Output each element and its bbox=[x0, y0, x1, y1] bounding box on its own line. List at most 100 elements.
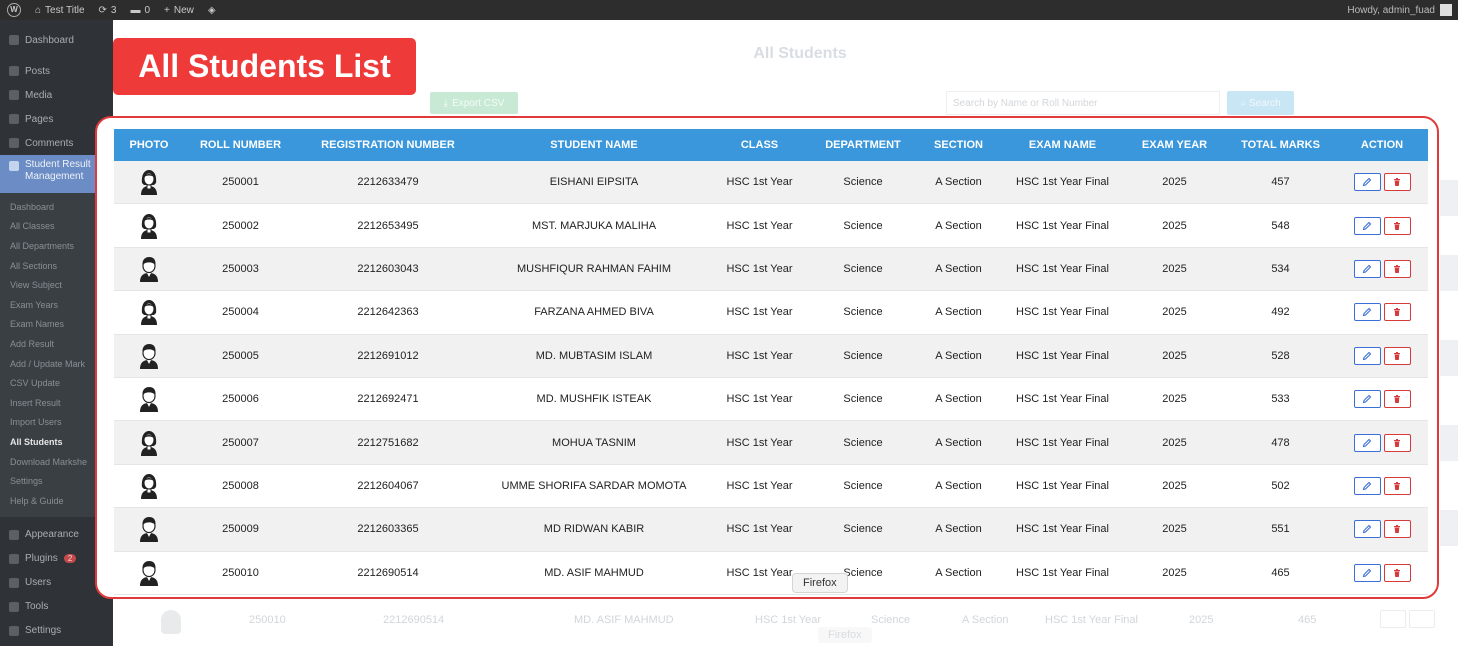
export-csv-button[interactable]: ⤓ Export CSV bbox=[430, 92, 518, 114]
delete-button[interactable] bbox=[1383, 216, 1411, 235]
ghost-class: HSC 1st Year bbox=[755, 614, 822, 626]
delete-button[interactable] bbox=[1383, 173, 1411, 192]
table-header: PHOTO ROLL NUMBER REGISTRATION NUMBER ST… bbox=[114, 129, 1428, 161]
delete-button[interactable] bbox=[1383, 520, 1411, 539]
cell-total-marks: 492 bbox=[1271, 306, 1290, 319]
background-row-stripe bbox=[1440, 180, 1458, 216]
female-avatar-icon bbox=[141, 170, 157, 196]
male-avatar-icon bbox=[140, 256, 158, 282]
cell-exam-year: 2025 bbox=[1162, 436, 1187, 449]
edit-button[interactable] bbox=[1353, 346, 1381, 365]
ghost-actions bbox=[1380, 610, 1435, 628]
sidebar-item-settings[interactable]: Settings bbox=[0, 619, 113, 643]
sidebar-item-label: Posts bbox=[25, 65, 51, 77]
trash-icon bbox=[1394, 308, 1400, 317]
pencil-icon bbox=[1362, 308, 1372, 317]
site-name-link[interactable]: ⌂ Test Title bbox=[28, 5, 92, 16]
table-body: 250001 2212633479 EISHANI EIPSITA HSC 1st Y… bbox=[114, 161, 1428, 595]
background-row-stripe bbox=[1440, 255, 1458, 291]
search-label: Search bbox=[1248, 97, 1281, 109]
cell-actions bbox=[1336, 476, 1428, 495]
cell-roll: 250003 bbox=[222, 262, 259, 275]
cell-exam-year: 2025 bbox=[1162, 306, 1187, 319]
account-menu[interactable]: Howdy, admin_fuad bbox=[1347, 4, 1458, 16]
sidebar-item-tools[interactable]: Tools bbox=[0, 595, 113, 619]
cell-actions bbox=[1336, 173, 1428, 192]
sidebar-item-label: Tools bbox=[25, 601, 49, 612]
pencil-icon bbox=[1362, 525, 1372, 534]
background-tooltip: Firefox bbox=[818, 627, 872, 643]
cell-student-name: MD. ASIF MAHMUD bbox=[544, 566, 644, 579]
cell-class: HSC 1st Year bbox=[726, 262, 793, 275]
delete-button[interactable] bbox=[1383, 563, 1411, 582]
delete-button[interactable] bbox=[1383, 303, 1411, 322]
cell-class: HSC 1st Year bbox=[726, 523, 793, 536]
active-label-line1: Student Result bbox=[25, 159, 91, 170]
wrench-icon bbox=[9, 601, 19, 612]
cell-section: A Section bbox=[935, 176, 982, 189]
avatar bbox=[114, 429, 184, 457]
sidebar-item-posts[interactable]: Posts bbox=[0, 59, 113, 83]
delete-button[interactable] bbox=[1383, 433, 1411, 452]
diamond-menu[interactable]: ◈ bbox=[201, 5, 223, 16]
edit-button[interactable] bbox=[1353, 520, 1381, 539]
updates-count: 3 bbox=[110, 4, 117, 16]
sidebar-item-label: Appearance bbox=[25, 529, 79, 540]
delete-button[interactable] bbox=[1383, 476, 1411, 495]
ghost-exam: HSC 1st Year Final bbox=[1045, 614, 1138, 626]
updates-link[interactable]: ⟳ 3 bbox=[92, 5, 124, 16]
cell-department: Science bbox=[843, 349, 883, 362]
edit-button[interactable] bbox=[1353, 259, 1381, 278]
sidebar-item-media[interactable]: Media bbox=[0, 83, 113, 107]
pencil-icon bbox=[1362, 264, 1372, 274]
cell-exam-year: 2025 bbox=[1162, 393, 1187, 406]
edit-button[interactable] bbox=[1353, 476, 1381, 495]
cell-actions bbox=[1336, 390, 1428, 409]
edit-button[interactable] bbox=[1353, 216, 1381, 235]
cell-actions bbox=[1336, 520, 1428, 539]
cell-registration: 2212603365 bbox=[357, 523, 419, 536]
female-avatar-icon bbox=[141, 213, 157, 239]
user-icon bbox=[9, 577, 19, 588]
cell-department: Science bbox=[843, 262, 883, 275]
column-header: DEPARTMENT bbox=[825, 139, 901, 151]
table-row: 250006 2212692471 MD. MUSHFIK ISTEAK HSC 1s… bbox=[114, 377, 1428, 422]
cell-student-name: MD. MUBTASIM ISLAM bbox=[535, 349, 653, 362]
cell-exam-name: HSC 1st Year Final bbox=[1016, 523, 1109, 536]
cell-actions bbox=[1336, 303, 1428, 322]
plug-icon bbox=[9, 553, 19, 564]
sidebar-item-dashboard[interactable]: Dashboard bbox=[0, 28, 113, 52]
avatar bbox=[114, 385, 184, 413]
comments-link[interactable]: ▬ 0 bbox=[123, 5, 157, 16]
wordpress-logo[interactable]: W bbox=[0, 3, 28, 17]
edit-button[interactable] bbox=[1353, 390, 1381, 409]
cell-exam-year: 2025 bbox=[1162, 219, 1187, 232]
ghost-marks: 465 bbox=[1298, 614, 1317, 626]
ghost-dept: Science bbox=[871, 614, 911, 626]
search-button[interactable]: ⌕ Search bbox=[1227, 91, 1294, 115]
delete-button bbox=[1409, 610, 1435, 628]
avatar bbox=[114, 559, 184, 587]
edit-button[interactable] bbox=[1353, 303, 1381, 322]
cell-roll: 250007 bbox=[222, 436, 259, 449]
sidebar-item-label: Comments bbox=[25, 137, 74, 149]
cell-exam-year: 2025 bbox=[1162, 176, 1187, 189]
search-input[interactable] bbox=[946, 91, 1220, 115]
delete-button[interactable] bbox=[1383, 259, 1411, 278]
delete-button[interactable] bbox=[1383, 346, 1411, 365]
cell-student-name: MOHUA TASNIM bbox=[552, 436, 636, 449]
cell-exam-year: 2025 bbox=[1162, 349, 1187, 362]
highlight-label: All Students List bbox=[113, 38, 416, 95]
new-content-link[interactable]: + New bbox=[157, 5, 201, 16]
avatar bbox=[114, 298, 184, 326]
trash-icon bbox=[1394, 221, 1400, 230]
comments-count: 0 bbox=[144, 4, 151, 16]
edit-button[interactable] bbox=[1353, 173, 1381, 192]
edit-button[interactable] bbox=[1353, 563, 1381, 582]
table-row: 250005 2212691012 MD. MUBTASIM ISLAM HSC 1s… bbox=[114, 334, 1428, 378]
delete-button[interactable] bbox=[1383, 390, 1411, 409]
cell-exam-year: 2025 bbox=[1162, 479, 1187, 492]
cell-registration: 2212692471 bbox=[357, 393, 419, 406]
cell-section: A Section bbox=[935, 566, 982, 579]
edit-button[interactable] bbox=[1353, 433, 1381, 452]
